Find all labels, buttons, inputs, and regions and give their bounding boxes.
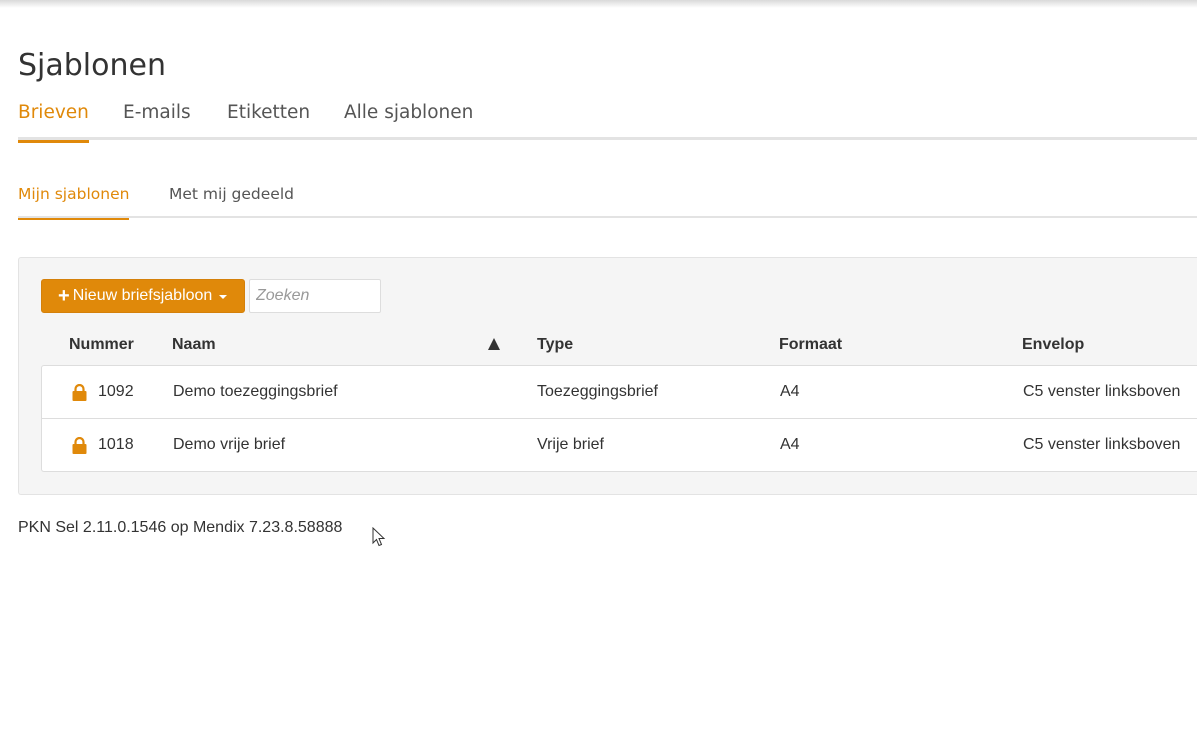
cell-naam: Demo vrije brief <box>173 436 286 453</box>
cell-naam: Demo toezeggingsbrief <box>173 383 338 400</box>
lock-icon <box>72 437 87 454</box>
top-shadow <box>0 0 1197 8</box>
tab-e-mails[interactable]: E-mails <box>123 96 191 140</box>
column-header-envelop[interactable]: Envelop <box>1022 332 1084 358</box>
cell-nummer: 1092 <box>98 383 134 400</box>
new-letter-template-button[interactable]: + Nieuw briefsjabloon <box>41 279 245 313</box>
cell-envelop: C5 venster linksboven <box>1023 383 1181 400</box>
search-input[interactable] <box>249 279 381 313</box>
cell-formaat: A4 <box>780 383 800 400</box>
sub-tabs: Mijn sjablonen Met mij gedeeld <box>18 180 1197 220</box>
column-header-formaat[interactable]: Formaat <box>779 332 842 358</box>
column-header-type[interactable]: Type <box>537 332 573 358</box>
table-row[interactable]: 1018 Demo vrije brief Vrije brief A4 C5 … <box>42 418 1197 471</box>
templates-panel: + Nieuw briefsjabloon Nummer Naam Type F… <box>18 257 1197 495</box>
version-text: PKN Sel 2.11.0.1546 op Mendix 7.23.8.588… <box>18 519 343 536</box>
table-row[interactable]: 1092 Demo toezeggingsbrief Toezeggingsbr… <box>42 366 1197 418</box>
cell-envelop: C5 venster linksboven <box>1023 436 1181 453</box>
page-title: Sjablonen <box>18 48 166 83</box>
tab-brieven[interactable]: Brieven <box>18 96 89 143</box>
column-header-nummer[interactable]: Nummer <box>69 332 134 358</box>
tab-mijn-sjablonen[interactable]: Mijn sjablonen <box>18 180 130 220</box>
new-letter-template-label: Nieuw briefsjabloon <box>72 287 213 304</box>
main-tabs: Brieven E-mails Etiketten Alle sjablonen <box>18 96 1197 143</box>
grid-body: 1092 Demo toezeggingsbrief Toezeggingsbr… <box>41 365 1197 472</box>
cell-formaat: A4 <box>780 436 800 453</box>
cell-type: Vrije brief <box>537 436 604 453</box>
mouse-pointer-icon <box>372 527 386 547</box>
sort-ascending-icon[interactable] <box>488 338 500 350</box>
caret-down-icon <box>219 295 228 299</box>
tab-etiketten[interactable]: Etiketten <box>227 96 310 140</box>
tab-met-mij-gedeeld[interactable]: Met mij gedeeld <box>169 180 294 218</box>
cell-nummer: 1018 <box>98 436 134 453</box>
grid-header: Nummer Naam Type Formaat Envelop <box>41 332 1197 366</box>
cell-type: Toezeggingsbrief <box>537 383 658 400</box>
column-header-naam[interactable]: Naam <box>172 332 216 358</box>
lock-icon <box>72 384 87 401</box>
plus-icon: + <box>58 285 70 307</box>
tab-alle-sjablonen[interactable]: Alle sjablonen <box>344 96 473 140</box>
